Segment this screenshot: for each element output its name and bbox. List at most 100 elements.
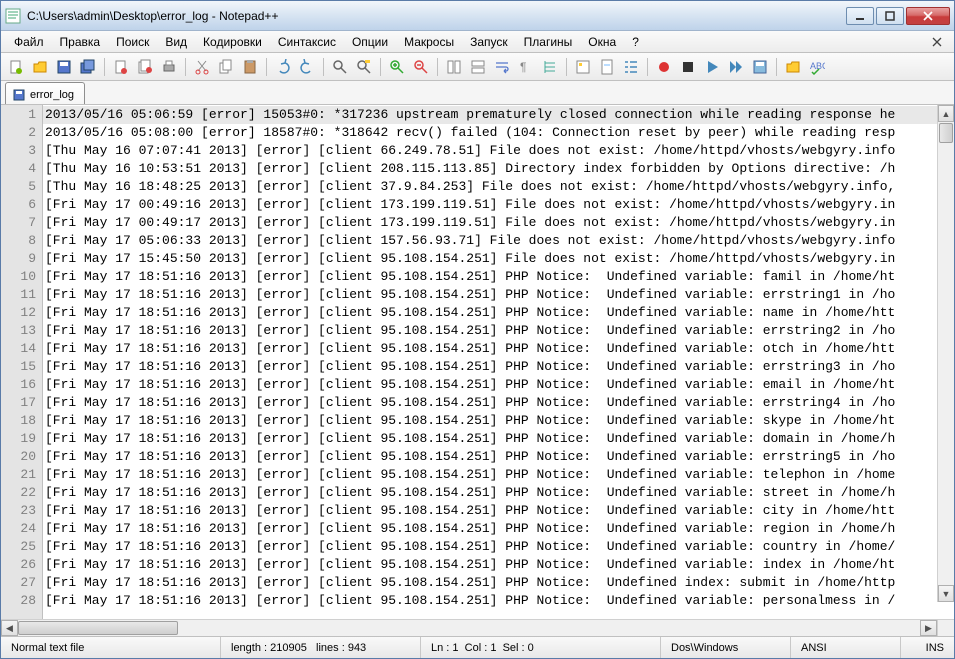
- text-line[interactable]: [Fri May 17 18:51:16 2013] [error] [clie…: [43, 484, 954, 502]
- line-number: 18: [1, 412, 36, 430]
- vertical-scrollbar[interactable]: ▲ ▼: [937, 105, 954, 602]
- stop-macro-icon[interactable]: [677, 56, 699, 78]
- cut-icon[interactable]: [191, 56, 213, 78]
- text-line[interactable]: [Thu May 16 07:07:41 2013] [error] [clie…: [43, 142, 954, 160]
- text-line[interactable]: [Fri May 17 00:49:16 2013] [error] [clie…: [43, 196, 954, 214]
- show-all-chars-icon[interactable]: ¶: [515, 56, 537, 78]
- scroll-down-arrow-icon[interactable]: ▼: [938, 585, 954, 602]
- text-line[interactable]: [Fri May 17 18:51:16 2013] [error] [clie…: [43, 448, 954, 466]
- close-button[interactable]: [906, 7, 950, 25]
- text-line[interactable]: [Thu May 16 10:53:51 2013] [error] [clie…: [43, 160, 954, 178]
- text-editor[interactable]: 2013/05/16 05:06:59 [error] 15053#0: *31…: [43, 105, 954, 619]
- menu-file[interactable]: Файл: [7, 33, 51, 51]
- close-file-icon[interactable]: [110, 56, 132, 78]
- menu-run[interactable]: Запуск: [463, 33, 515, 51]
- paste-icon[interactable]: [239, 56, 261, 78]
- text-line[interactable]: [Fri May 17 05:06:33 2013] [error] [clie…: [43, 232, 954, 250]
- line-number: 26: [1, 556, 36, 574]
- menu-search[interactable]: Поиск: [109, 33, 156, 51]
- save-icon[interactable]: [53, 56, 75, 78]
- menu-view[interactable]: Вид: [158, 33, 194, 51]
- save-all-icon[interactable]: [77, 56, 99, 78]
- text-line[interactable]: 2013/05/16 05:06:59 [error] 15053#0: *31…: [43, 106, 954, 124]
- text-line[interactable]: [Fri May 17 18:51:16 2013] [error] [clie…: [43, 430, 954, 448]
- text-line[interactable]: [Fri May 17 18:51:16 2013] [error] [clie…: [43, 466, 954, 484]
- text-line[interactable]: [Fri May 17 18:51:16 2013] [error] [clie…: [43, 340, 954, 358]
- indent-guide-icon[interactable]: [539, 56, 561, 78]
- text-line[interactable]: [Fri May 17 00:49:17 2013] [error] [clie…: [43, 214, 954, 232]
- function-list-icon[interactable]: [620, 56, 642, 78]
- menu-plugins[interactable]: Плагины: [517, 33, 580, 51]
- print-icon[interactable]: [158, 56, 180, 78]
- text-line[interactable]: [Fri May 17 18:51:16 2013] [error] [clie…: [43, 268, 954, 286]
- scroll-up-arrow-icon[interactable]: ▲: [938, 105, 954, 122]
- text-line[interactable]: [Fri May 17 18:51:16 2013] [error] [clie…: [43, 394, 954, 412]
- zoom-out-icon[interactable]: [410, 56, 432, 78]
- spellcheck-icon[interactable]: ABC: [806, 56, 828, 78]
- text-line[interactable]: [Fri May 17 18:51:16 2013] [error] [clie…: [43, 358, 954, 376]
- window-x-icon[interactable]: [926, 31, 948, 53]
- close-all-icon[interactable]: [134, 56, 156, 78]
- text-line[interactable]: 2013/05/16 05:08:00 [error] 18587#0: *31…: [43, 124, 954, 142]
- scrollbar-thumb[interactable]: [939, 123, 953, 143]
- sync-vscroll-icon[interactable]: [443, 56, 465, 78]
- scrollbar-thumb[interactable]: [18, 621, 178, 635]
- text-line[interactable]: [Fri May 17 18:51:16 2013] [error] [clie…: [43, 322, 954, 340]
- titlebar[interactable]: C:\Users\admin\Desktop\error_log - Notep…: [1, 1, 954, 31]
- folder-icon[interactable]: [782, 56, 804, 78]
- line-number: 24: [1, 520, 36, 538]
- menu-edit[interactable]: Правка: [53, 33, 108, 51]
- doc-map-icon[interactable]: [596, 56, 618, 78]
- text-line[interactable]: [Fri May 17 18:51:16 2013] [error] [clie…: [43, 538, 954, 556]
- play-multi-icon[interactable]: [725, 56, 747, 78]
- horizontal-scrollbar[interactable]: ◀ ▶: [1, 619, 954, 636]
- record-macro-icon[interactable]: [653, 56, 675, 78]
- toolbar-separator: [266, 58, 267, 76]
- line-number: 21: [1, 466, 36, 484]
- tab-label: error_log: [30, 89, 74, 101]
- find-icon[interactable]: [329, 56, 351, 78]
- copy-icon[interactable]: [215, 56, 237, 78]
- sync-hscroll-icon[interactable]: [467, 56, 489, 78]
- redo-icon[interactable]: [296, 56, 318, 78]
- menu-encoding[interactable]: Кодировки: [196, 33, 269, 51]
- scroll-left-arrow-icon[interactable]: ◀: [1, 620, 18, 636]
- scroll-right-arrow-icon[interactable]: ▶: [920, 620, 937, 636]
- text-line[interactable]: [Fri May 17 18:51:16 2013] [error] [clie…: [43, 304, 954, 322]
- menu-window[interactable]: Окна: [581, 33, 623, 51]
- text-line[interactable]: [Fri May 17 18:51:16 2013] [error] [clie…: [43, 376, 954, 394]
- text-line[interactable]: [Fri May 17 18:51:16 2013] [error] [clie…: [43, 556, 954, 574]
- wordwrap-icon[interactable]: [491, 56, 513, 78]
- menu-settings[interactable]: Опции: [345, 33, 395, 51]
- text-line[interactable]: [Fri May 17 18:51:16 2013] [error] [clie…: [43, 502, 954, 520]
- toolbar-separator: [185, 58, 186, 76]
- scrollbar-track[interactable]: [18, 620, 920, 636]
- text-line[interactable]: [Thu May 16 18:48:25 2013] [error] [clie…: [43, 178, 954, 196]
- line-number: 11: [1, 286, 36, 304]
- svg-text:¶: ¶: [520, 60, 526, 74]
- user-lang-icon[interactable]: [572, 56, 594, 78]
- text-line[interactable]: [Fri May 17 18:51:16 2013] [error] [clie…: [43, 592, 954, 610]
- new-file-icon[interactable]: [5, 56, 27, 78]
- save-macro-icon[interactable]: [749, 56, 771, 78]
- menu-help[interactable]: ?: [625, 33, 646, 51]
- maximize-button[interactable]: [876, 7, 904, 25]
- menu-language[interactable]: Синтаксис: [271, 33, 343, 51]
- text-line[interactable]: [Fri May 17 18:51:16 2013] [error] [clie…: [43, 520, 954, 538]
- toolbar: ¶ ABC: [1, 53, 954, 81]
- zoom-in-icon[interactable]: [386, 56, 408, 78]
- undo-icon[interactable]: [272, 56, 294, 78]
- file-tab[interactable]: error_log: [5, 82, 85, 104]
- menu-macro[interactable]: Макросы: [397, 33, 461, 51]
- line-number: 14: [1, 340, 36, 358]
- text-line[interactable]: [Fri May 17 18:51:16 2013] [error] [clie…: [43, 574, 954, 592]
- play-macro-icon[interactable]: [701, 56, 723, 78]
- status-filetype: Normal text file: [1, 637, 221, 658]
- text-line[interactable]: [Fri May 17 18:51:16 2013] [error] [clie…: [43, 412, 954, 430]
- line-number: 10: [1, 268, 36, 286]
- replace-icon[interactable]: [353, 56, 375, 78]
- text-line[interactable]: [Fri May 17 18:51:16 2013] [error] [clie…: [43, 286, 954, 304]
- open-file-icon[interactable]: [29, 56, 51, 78]
- text-line[interactable]: [Fri May 17 15:45:50 2013] [error] [clie…: [43, 250, 954, 268]
- minimize-button[interactable]: [846, 7, 874, 25]
